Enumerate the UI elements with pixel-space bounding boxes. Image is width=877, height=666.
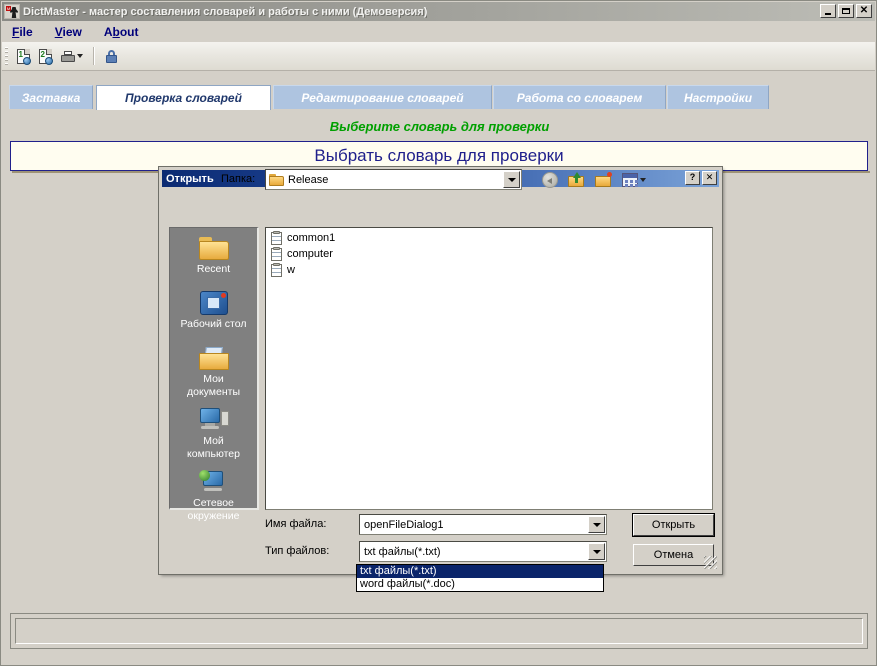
desktop-icon [199,291,228,315]
page-hint: Выберите словарь для проверки [329,119,550,134]
list-item[interactable]: common1 [268,230,712,246]
dialog-close-button[interactable]: ✕ [702,171,717,185]
list-item[interactable]: computer [268,246,712,262]
back-icon [541,171,558,188]
back-button[interactable] [539,170,560,190]
application-window: M DictMaster - мастер составления словар… [0,0,877,666]
up-one-level-button[interactable] [566,170,587,190]
folder-icon [269,173,284,186]
folder-label: Папка: [221,173,256,185]
views-button[interactable] [620,170,647,190]
new-folder-button[interactable] [593,170,614,190]
filetype-label: Тип файлов: [265,545,330,557]
text-file-icon [271,230,282,245]
open-button[interactable]: Открыть [632,513,715,537]
menu-bar: File View About [2,21,875,42]
lock-icon [105,49,117,63]
views-icon [621,172,638,187]
maximize-button[interactable] [838,4,854,18]
title-bar: M DictMaster - мастер составления словар… [2,2,875,21]
place-network[interactable]: Сетевое окружение [170,468,257,522]
place-label-2: окружение [187,510,240,522]
file-name: w [287,264,295,276]
file-name: computer [287,248,333,260]
tab-strip: Заставка Проверка словарей Редактировани… [9,85,870,110]
file-name: common1 [287,232,336,244]
folder-combo[interactable]: Release [265,169,522,190]
text-file-icon [271,262,282,277]
place-label: Мои [203,373,224,385]
menu-view[interactable]: View [55,25,82,39]
my-documents-icon [198,346,229,370]
place-desktop[interactable]: Рабочий стол [170,289,257,330]
app-icon: M [4,4,20,19]
network-places-icon [198,470,229,494]
filename-dropdown-arrow[interactable] [588,516,605,533]
chevron-down-icon [507,177,516,182]
folder-combo-value: Release [288,173,329,186]
my-computer-icon [199,408,229,432]
filetype-option-txt[interactable]: txt файлы(*.txt) [357,565,603,578]
chevron-down-icon [592,549,601,554]
toolbar: 1 2 [2,42,875,71]
place-label-2: документы [186,386,241,398]
up-one-level-icon [568,172,585,187]
new-dictionary-2-button[interactable]: 2 [35,46,55,66]
file-list[interactable]: common1 computer w [265,227,713,510]
place-label-2: компьютер [187,448,240,460]
filetype-dropdown-arrow[interactable] [588,543,605,560]
minimize-button[interactable] [820,4,836,18]
filename-label: Имя файла: [265,518,327,530]
chevron-down-icon [77,54,83,58]
filetype-value: txt файлы(*.txt) [364,545,441,558]
print-icon [61,50,75,62]
filename-value: openFileDialog1 [364,518,444,531]
dialog-title: Открыть [166,172,214,185]
recent-folder-icon [198,236,229,260]
toolbar-separator [93,47,95,65]
list-item[interactable]: w [268,262,712,278]
window-title: DictMaster - мастер составления словарей… [23,5,428,18]
help-button[interactable]: ? [685,171,700,185]
new-dictionary-1-button[interactable]: 1 [13,46,33,66]
filename-input[interactable]: openFileDialog1 [359,514,607,535]
window-controls: ✕ [820,4,872,18]
places-bar: Recent Рабочий стол Мои документы Мой ко… [169,227,259,522]
place-label: Мой [203,435,224,447]
tab-zastavka[interactable]: Заставка [9,85,93,109]
dialog-title-buttons: ? ✕ [685,171,717,185]
tab-rabota-so-slovarem[interactable]: Работа со словарем [493,85,666,109]
dialog-toolbar [539,169,647,190]
text-file-icon [271,246,282,261]
open-file-dialog: Открыть ? ✕ Папка: Release Recent Рабочи… [158,166,723,575]
lock-button[interactable] [101,46,121,66]
tab-proverka-slovarey[interactable]: Проверка словарей [96,85,271,110]
place-label: Recent [196,263,231,275]
menu-about[interactable]: About [104,25,139,39]
close-button[interactable]: ✕ [856,4,872,18]
tab-nastroyki[interactable]: Настройки [667,85,769,109]
cancel-button[interactable]: Отмена [633,544,714,566]
new-folder-icon [595,172,612,187]
chevron-down-icon [592,522,601,527]
filetype-dropdown-list[interactable]: txt файлы(*.txt) word файлы(*.doc) [356,564,604,592]
chevron-down-icon [639,177,646,182]
menu-file[interactable]: File [12,25,33,39]
tab-redaktirovanie-slovarey[interactable]: Редактирование словарей [273,85,492,109]
place-my-documents[interactable]: Мои документы [170,344,257,398]
place-my-computer[interactable]: Мой компьютер [170,406,257,460]
filetype-combo[interactable]: txt файлы(*.txt) [359,541,607,562]
status-bar [15,618,863,644]
print-dropdown-button[interactable] [57,46,87,66]
place-label: Сетевое [193,497,234,509]
place-label: Рабочий стол [180,318,247,330]
place-recent[interactable]: Recent [170,234,257,275]
resize-grip[interactable] [704,556,717,569]
folder-combo-arrow[interactable] [503,171,520,188]
toolbar-grip[interactable] [5,47,8,65]
filetype-option-doc[interactable]: word файлы(*.doc) [357,578,603,591]
